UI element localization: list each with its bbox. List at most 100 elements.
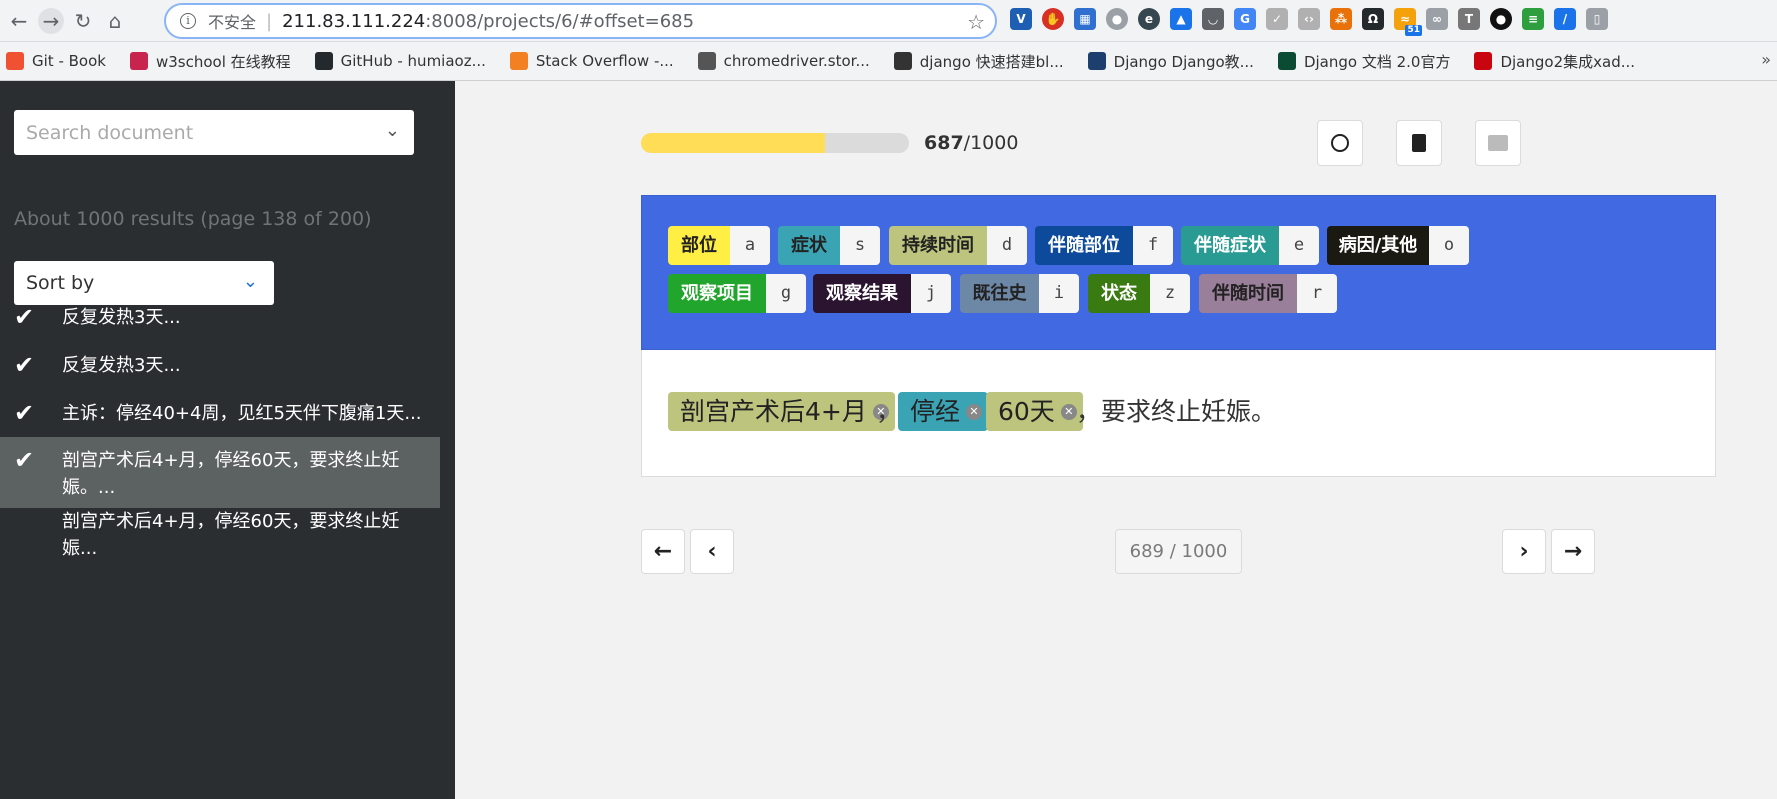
document-snippet: 主诉：停经40+4周，见红5天伴下腹痛1天... (62, 403, 422, 424)
label-z[interactable]: 状态 z (1088, 274, 1190, 313)
octotree-icon[interactable]: Ω (1362, 8, 1384, 30)
search-input[interactable]: Search document ⌄ (14, 110, 414, 155)
label-shortcut-key: a (730, 226, 770, 265)
document-snippet: 反复发热3天... (62, 355, 181, 376)
extension-head-icon[interactable]: ● (1490, 8, 1512, 30)
label-name: 持续时间 (889, 226, 987, 265)
document-list-item[interactable]: ✔ 剖宫产术后4+月，停经60天，要求终止妊娠。... (0, 437, 440, 508)
extension-nodes-icon[interactable]: ⁂ (1330, 8, 1352, 30)
label-name: 观察结果 (813, 274, 911, 313)
document-list-item[interactable]: ✔ 反复发热3天... (0, 304, 440, 334)
bookmark-star-icon[interactable]: ☆ (967, 10, 985, 34)
reload-icon[interactable]: ↻ (70, 8, 96, 34)
bookmark-item[interactable]: django 快速搭建bl... (893, 51, 1064, 72)
progress-done: 687 (924, 132, 964, 154)
bookmark-item[interactable]: Django Django教... (1087, 51, 1254, 72)
remove-icon[interactable]: ✕ (1060, 404, 1077, 420)
info-icon[interactable]: i (180, 13, 196, 29)
label-s[interactable]: 症状 s (778, 226, 880, 265)
rss-icon[interactable]: ≈51 (1394, 8, 1422, 36)
extension-badge: 51 (1405, 25, 1422, 36)
browser-toolbar: ← → ↻ ⌂ i 不安全 | 211.83.111.224:8008/proj… (0, 0, 1777, 42)
label-g[interactable]: 观察项目 g (668, 274, 806, 313)
document-sidebar: Search document ⌄ About 1000 results (pa… (0, 81, 455, 799)
document-list-item[interactable]: ✔ 主诉：停经40+4周，见红5天伴下腹痛1天... (0, 400, 440, 430)
label-r[interactable]: 伴随时间 r (1199, 274, 1337, 313)
address-bar[interactable]: i 不安全 | 211.83.111.224:8008/projects/6/#… (164, 3, 997, 39)
bookmark-label: w3school 在线教程 (155, 52, 291, 71)
document-snippet: 剖宫产术后4+月，停经60天，要求终止妊娠。... (62, 450, 400, 498)
chevron-down-icon[interactable]: ⌄ (385, 120, 400, 141)
remove-icon[interactable]: ✕ (966, 404, 983, 420)
guideline-button[interactable] (1396, 120, 1442, 166)
extension-bike-icon[interactable]: ∞ (1426, 8, 1448, 30)
translate-icon[interactable]: G (1234, 8, 1256, 30)
bookmark-item[interactable]: chromedriver.stor... (697, 51, 870, 72)
document-list-item[interactable]: 剖宫产术后4+月，停经60天，要求终止妊娠... (0, 508, 440, 568)
prev-page-button[interactable]: ‹ (690, 529, 734, 574)
label-d[interactable]: 持续时间 d (889, 226, 1027, 265)
label-f[interactable]: 伴随部位 f (1035, 226, 1173, 265)
label-shortcut-key: i (1039, 274, 1079, 313)
code-icon[interactable]: ‹› (1298, 8, 1320, 30)
adblock-icon[interactable]: ✋ (1042, 8, 1064, 30)
checkmark-icon: ✔ (14, 303, 35, 331)
first-page-button[interactable]: ← (641, 529, 685, 574)
label-j[interactable]: 观察结果 j (813, 274, 951, 313)
bookmarks-bar: Git - Book w3school 在线教程 GitHub - humiaoz.… (0, 42, 1777, 81)
archive-icon (1488, 135, 1508, 151)
bookmark-label: Django Django教... (1113, 52, 1254, 71)
extension-page-icon[interactable]: ▯ (1586, 8, 1608, 30)
home-icon[interactable]: ⌂ (102, 8, 128, 34)
label-panel: 部位 a 症状 s 持续时间 d 伴随部位 f 伴随症状 e 病因/其他 o 观察项目 g 观察结果 j 既往史… (641, 195, 1716, 350)
entity-span[interactable]: 60天 ✕ (986, 392, 1083, 431)
pocket-icon[interactable]: ◡ (1202, 8, 1224, 30)
progress-fill (641, 133, 826, 153)
bookmark-item[interactable]: w3school 在线教程 (129, 51, 291, 72)
entity-span[interactable]: 剖宫产术后4+月 ✕ (668, 392, 895, 431)
bookmark-label: django 快速搭建bl... (919, 52, 1064, 71)
label-name: 伴随时间 (1199, 274, 1297, 313)
lj-icon (1087, 52, 1106, 70)
next-page-button[interactable]: › (1502, 529, 1546, 574)
extension-feather-icon[interactable]: / (1554, 8, 1576, 30)
extension-cap-icon[interactable]: ▲ (1170, 8, 1192, 30)
extension-e-icon[interactable]: e (1138, 8, 1160, 30)
tex-icon[interactable]: T (1458, 8, 1480, 30)
extension-circle-icon[interactable]: ● (1106, 8, 1128, 30)
entity-span-text: 剖宫产术后4+月 (680, 397, 867, 426)
bookmarks-overflow-icon[interactable]: » (1761, 50, 1771, 69)
bookmark-item[interactable]: GitHub - humiaoz... (314, 51, 486, 72)
label-e[interactable]: 伴随症状 e (1181, 226, 1319, 265)
url-path: :8008/projects/6/#offset=685 (425, 10, 695, 32)
forward-icon[interactable]: → (38, 7, 64, 34)
arrow-left-icon: ← (653, 539, 673, 564)
extension-grid-icon[interactable]: ▦ (1074, 8, 1096, 30)
label-shortcut-key: f (1133, 226, 1173, 265)
back-icon[interactable]: ← (6, 8, 32, 34)
bookmark-item[interactable]: Django2集成xad... (1474, 51, 1635, 72)
chevron-left-icon: ‹ (707, 539, 717, 564)
checkmark-icon: ✔ (14, 351, 35, 379)
archive-button[interactable] (1475, 120, 1521, 166)
toggle-circle-button[interactable] (1317, 120, 1363, 166)
page-indicator: 689 / 1000 (1115, 529, 1242, 574)
sort-select[interactable]: Sort by ⌄ (14, 261, 274, 305)
last-page-button[interactable]: → (1551, 529, 1595, 574)
document-list-item[interactable]: ✔ 反复发热3天... (0, 352, 440, 382)
bookmark-item[interactable]: Git - Book (6, 51, 106, 72)
label-o[interactable]: 病因/其他 o (1327, 226, 1469, 265)
bookmark-item[interactable]: Django 文档 2.0官方 (1277, 51, 1450, 72)
progress-total: /1000 (963, 132, 1019, 154)
extension-doc-icon[interactable]: ≡ (1522, 8, 1544, 30)
git-icon (6, 52, 24, 70)
label-a[interactable]: 部位 a (668, 226, 770, 265)
label-i[interactable]: 既往史 i (960, 274, 1079, 313)
label-name: 伴随症状 (1181, 226, 1279, 265)
circle-icon (1331, 134, 1349, 152)
label-shortcut-key: j (911, 274, 951, 313)
check-icon[interactable]: ✓ (1266, 8, 1288, 30)
bookmark-item[interactable]: Stack Overflow -... (509, 51, 674, 72)
entity-span[interactable]: 停经 ✕ (898, 392, 989, 431)
extension-v-icon[interactable]: V (1010, 8, 1032, 30)
